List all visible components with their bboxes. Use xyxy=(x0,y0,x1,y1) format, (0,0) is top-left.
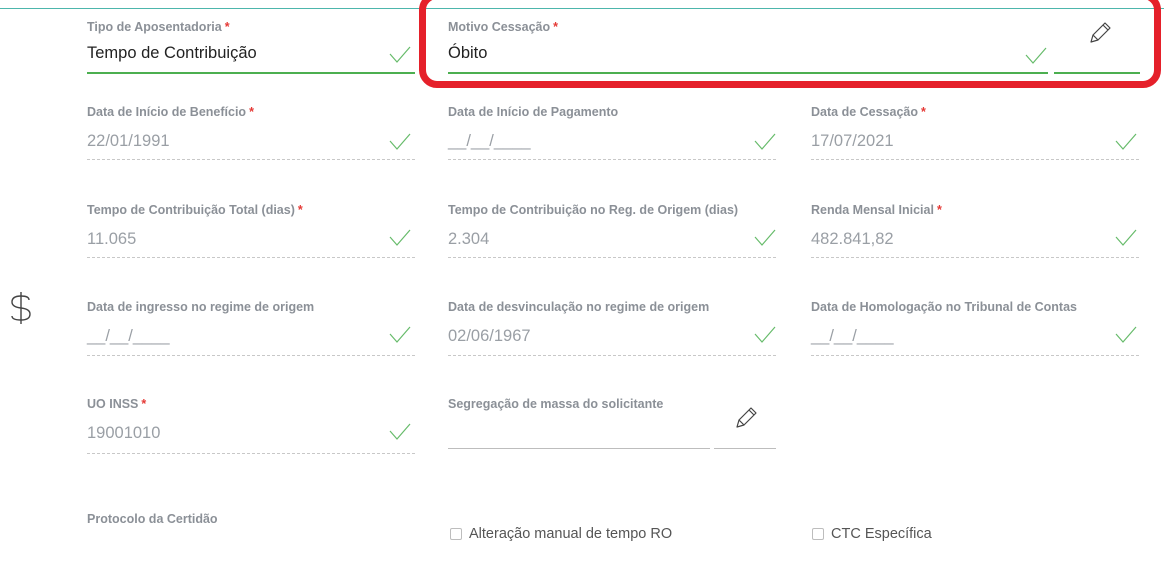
data-inicio-beneficio-field[interactable]: Data de Início de Benefício * 22/01/1991 xyxy=(87,105,415,163)
required-marker: * xyxy=(921,105,926,119)
field-underline xyxy=(811,355,1139,356)
segregacao-massa-field[interactable]: Segregação de massa do solicitante xyxy=(448,397,778,455)
check-icon xyxy=(754,326,776,343)
renda-mensal-inicial-field[interactable]: Renda Mensal Inicial * 482.841,82 xyxy=(811,203,1139,261)
data-ingresso-regime-field[interactable]: Data de ingresso no regime de origem __/… xyxy=(87,300,415,358)
data-inicio-beneficio-value: 22/01/1991 xyxy=(87,132,170,150)
data-desvinculacao-regime-label: Data de desvinculação no regime de orige… xyxy=(448,300,709,314)
label-text: Data de Homologação no Tribunal de Conta… xyxy=(811,300,1078,314)
field-underline xyxy=(87,159,415,160)
data-inicio-pagamento-field[interactable]: Data de Início de Pagamento __/__/____ xyxy=(448,105,776,163)
uo-inss-field[interactable]: UO INSS * 19001010 xyxy=(87,397,415,455)
data-homologacao-field[interactable]: Data de Homologação no Tribunal de Conta… xyxy=(811,300,1139,358)
label-text: Tempo de Contribuição no Reg. de Origem … xyxy=(448,203,739,217)
data-homologacao-label: Data de Homologação no Tribunal de Conta… xyxy=(811,300,1077,314)
label-text: Protocolo da Certidão xyxy=(87,512,218,526)
dollar-icon xyxy=(11,292,31,324)
tempo-contribuicao-total-label: Tempo de Contribuição Total (dias) * xyxy=(87,203,303,217)
tipo-aposentadoria-field[interactable]: Tipo de Aposentadoria * Tempo de Contribu… xyxy=(87,20,415,78)
highlight-box xyxy=(419,0,1161,88)
required-marker: * xyxy=(224,20,230,34)
data-ingresso-regime-label: Data de ingresso no regime de origem xyxy=(87,300,314,314)
uo-inss-value: 19001010 xyxy=(87,424,161,442)
check-icon xyxy=(754,133,776,150)
tempo-contribuicao-reg-origem-field[interactable]: Tempo de Contribuição no Reg. de Origem … xyxy=(448,203,776,261)
check-icon xyxy=(754,229,776,246)
check-icon xyxy=(389,133,411,150)
check-icon xyxy=(389,46,411,63)
label-text: Data de desvinculação no regime de orige… xyxy=(448,300,710,314)
label-text: Data de Início de Benefício xyxy=(87,105,247,119)
checkbox-label: Alteração manual de tempo RO xyxy=(469,526,673,542)
data-desvinculacao-regime-value: 02/06/1967 xyxy=(448,327,531,345)
label-text: Tempo de Contribuição Total (dias) xyxy=(87,203,295,217)
data-ingresso-regime-value: __/__/____ xyxy=(87,327,170,345)
segregacao-massa-underline-right xyxy=(714,448,776,449)
label-text: Tipo de Aposentadoria xyxy=(87,20,222,34)
segregacao-massa-underline xyxy=(448,448,710,449)
renda-mensal-inicial-label: Renda Mensal Inicial * xyxy=(811,203,942,217)
data-cessacao-label: Data de Cessação * xyxy=(811,105,926,119)
label-text: Data de Cessação xyxy=(811,105,919,119)
tipo-aposentadoria-value: Tempo de Contribuição xyxy=(87,44,257,62)
check-icon xyxy=(389,326,411,343)
required-marker: * xyxy=(297,203,303,217)
field-underline xyxy=(87,257,415,258)
data-cessacao-value: 17/07/2021 xyxy=(811,132,894,150)
check-icon xyxy=(1115,326,1137,343)
alteracao-manual-checkbox[interactable]: Alteração manual de tempo RO xyxy=(450,526,672,542)
field-underline xyxy=(87,453,415,454)
label-text: Segregação de massa do solicitante xyxy=(448,397,664,411)
label-text: Data de Início de Pagamento xyxy=(448,105,619,119)
check-icon xyxy=(1115,229,1137,246)
field-underline xyxy=(87,355,415,356)
check-icon xyxy=(1115,133,1137,150)
label-text: Data de ingresso no regime de origem xyxy=(87,300,315,314)
checkbox-label: CTC Específica xyxy=(831,526,932,542)
uo-inss-label: UO INSS * xyxy=(87,397,146,411)
tipo-aposentadoria-underline xyxy=(87,72,415,74)
data-cessacao-field[interactable]: Data de Cessação * 17/07/2021 xyxy=(811,105,1139,163)
protocolo-certidao-field[interactable]: Protocolo da Certidão xyxy=(87,512,387,532)
required-marker: * xyxy=(141,397,147,411)
checkbox-box[interactable] xyxy=(450,528,462,540)
field-underline xyxy=(448,355,776,356)
pencil-icon[interactable] xyxy=(733,405,759,431)
check-icon xyxy=(389,229,411,246)
tempo-contribuicao-total-field[interactable]: Tempo de Contribuição Total (dias) * 11.0… xyxy=(87,203,415,261)
check-icon xyxy=(389,423,411,440)
field-underline xyxy=(811,257,1139,258)
data-desvinculacao-regime-field[interactable]: Data de desvinculação no regime de orige… xyxy=(448,300,776,358)
tipo-aposentadoria-label: Tipo de Aposentadoria * xyxy=(87,20,230,34)
data-inicio-beneficio-label: Data de Início de Benefício * xyxy=(87,105,254,119)
ctc-especifica-checkbox[interactable]: CTC Específica xyxy=(812,526,932,542)
segregacao-massa-label: Segregação de massa do solicitante xyxy=(448,397,663,411)
label-text: UO INSS xyxy=(87,397,139,411)
label-text: Renda Mensal Inicial xyxy=(811,203,934,217)
field-underline xyxy=(811,159,1139,160)
checkbox-box[interactable] xyxy=(812,528,824,540)
tempo-contribuicao-reg-origem-label: Tempo de Contribuição no Reg. de Origem … xyxy=(448,203,738,217)
tempo-contribuicao-total-value: 11.065 xyxy=(87,230,137,248)
data-inicio-pagamento-value: __/__/____ xyxy=(448,132,531,150)
required-marker: * xyxy=(249,105,254,119)
protocolo-certidao-label: Protocolo da Certidão xyxy=(87,512,218,526)
field-underline xyxy=(448,257,776,258)
renda-mensal-inicial-value: 482.841,82 xyxy=(811,230,894,248)
tempo-contribuicao-reg-origem-value: 2.304 xyxy=(448,230,490,248)
data-homologacao-value: __/__/____ xyxy=(811,327,894,345)
field-underline xyxy=(448,159,776,160)
required-marker: * xyxy=(936,203,942,217)
data-inicio-pagamento-label: Data de Início de Pagamento xyxy=(448,105,618,119)
